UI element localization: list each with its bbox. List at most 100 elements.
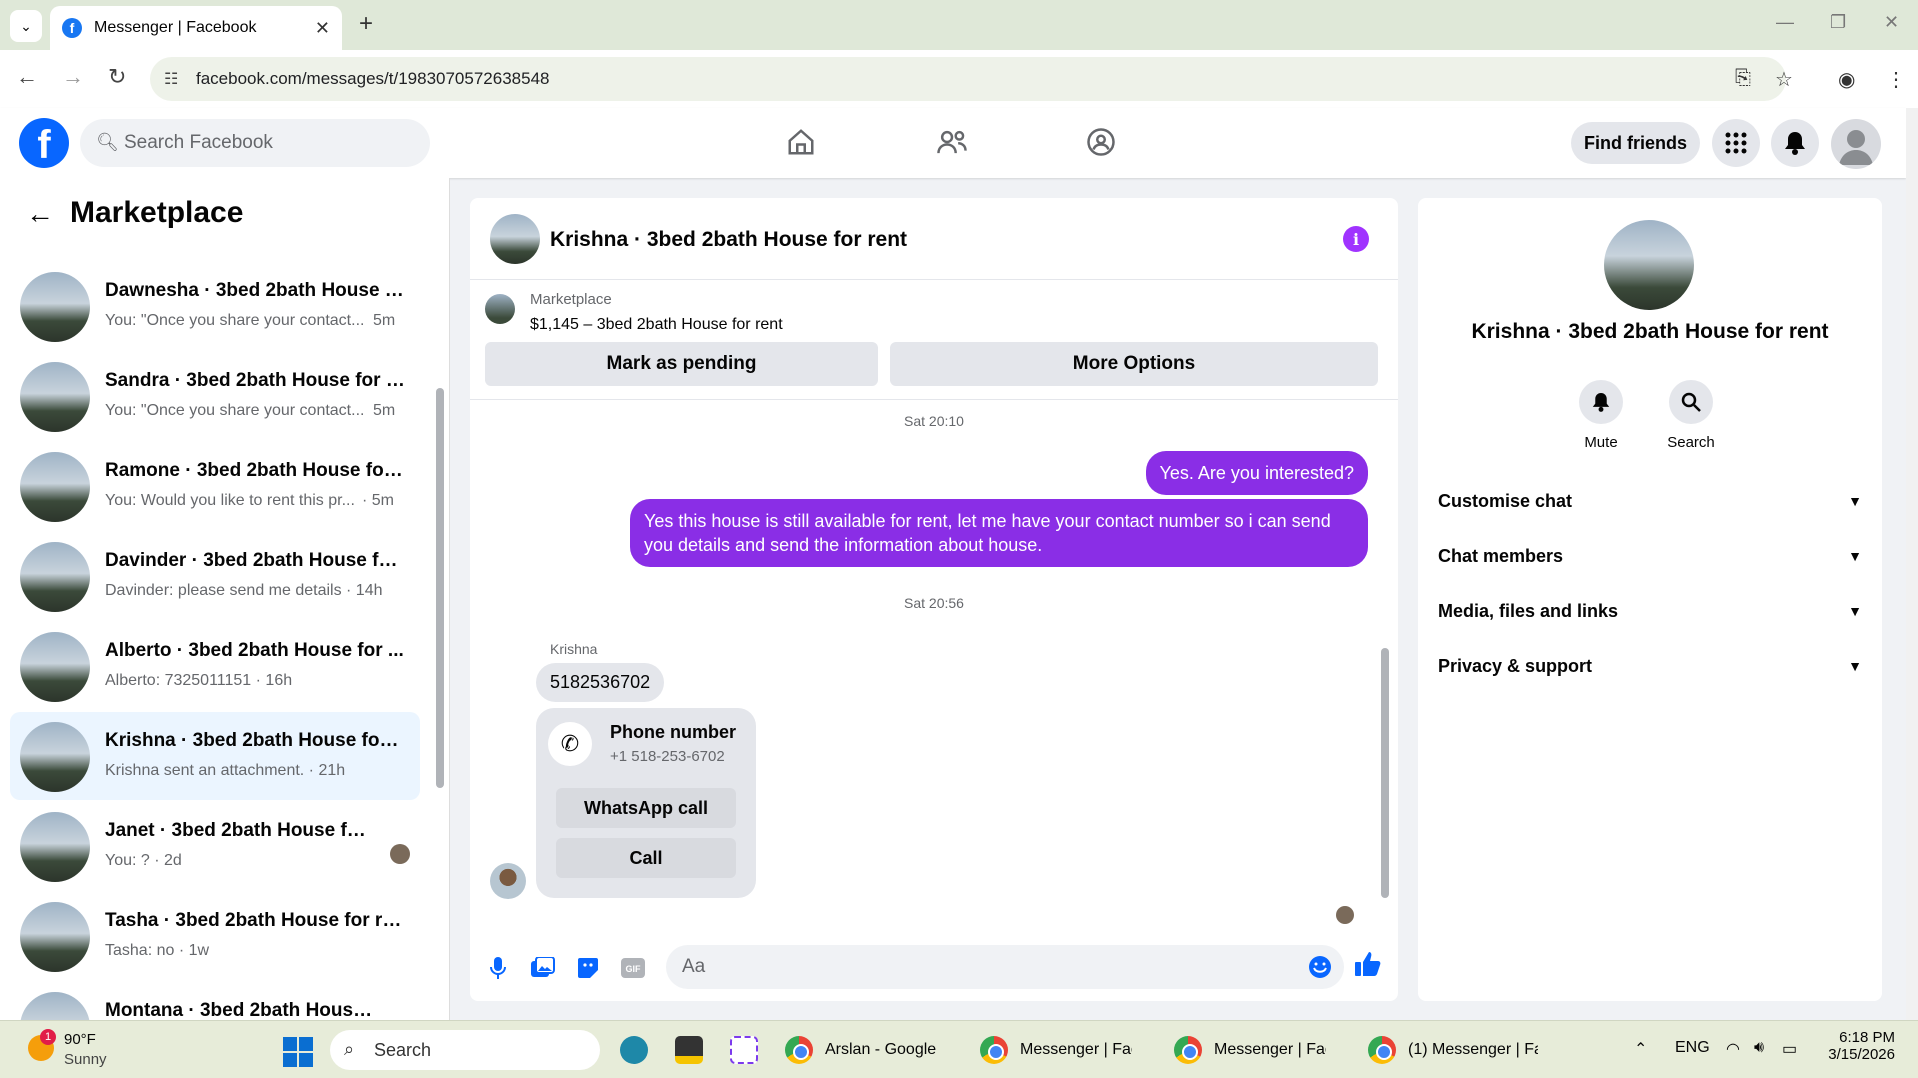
- new-tab-button[interactable]: +: [352, 10, 380, 38]
- mark-as-pending-button[interactable]: Mark as pending: [485, 342, 878, 386]
- bookmark-star-icon[interactable]: ☆: [1775, 67, 1793, 92]
- conversation-name: Dawnesha · 3bed 2bath House f...: [105, 280, 405, 301]
- groups-icon[interactable]: [1081, 122, 1121, 162]
- home-icon[interactable]: [781, 122, 821, 162]
- sender-name: Krishna: [550, 641, 598, 657]
- scrollbar[interactable]: [436, 388, 444, 788]
- close-window-icon[interactable]: ✕: [1884, 12, 1899, 33]
- profile-icon[interactable]: ◉: [1838, 67, 1855, 92]
- close-tab-icon[interactable]: ✕: [315, 18, 330, 39]
- sticky-notes-icon[interactable]: [675, 1036, 703, 1064]
- site-info-icon[interactable]: ☷: [164, 69, 178, 89]
- list-item[interactable]: Davinder · 3bed 2bath House fo... Davind…: [10, 532, 420, 620]
- facebook-header: f 🔍︎ Search Facebook Find friends: [0, 108, 1906, 178]
- list-item-active[interactable]: Krishna · 3bed 2bath House for ... Krish…: [10, 712, 420, 800]
- snipping-tool-icon[interactable]: [730, 1036, 758, 1064]
- back-icon[interactable]: ←: [16, 64, 38, 90]
- back-arrow-icon[interactable]: ←: [26, 198, 54, 230]
- page-scrollbar[interactable]: [1906, 108, 1918, 1020]
- friends-icon[interactable]: [932, 122, 972, 162]
- emoji-icon[interactable]: [1308, 955, 1332, 985]
- media-files-links-row[interactable]: Media, files and links ▼: [1438, 591, 1862, 631]
- facebook-logo-icon[interactable]: f: [19, 118, 69, 168]
- conversation-preview: You: ? · 2d: [105, 852, 182, 869]
- listing-thumbnail: [20, 362, 90, 432]
- taskbar-app-messenger-2[interactable]: Messenger | Facebo: [1174, 1030, 1326, 1070]
- install-app-icon[interactable]: ⎘: [1735, 67, 1751, 90]
- address-bar[interactable]: ☷ facebook.com/messages/t/19830705726385…: [150, 57, 1786, 101]
- taskbar-app-messenger-3[interactable]: (1) Messenger | Face: [1368, 1030, 1538, 1070]
- list-item[interactable]: Alberto · 3bed 2bath House for ... Alber…: [10, 622, 420, 710]
- chevron-down-icon: ▼: [1848, 658, 1862, 674]
- scrollbar[interactable]: [1381, 648, 1389, 898]
- listing-description[interactable]: $1,145 – 3bed 2bath House for rent: [530, 316, 783, 334]
- list-item[interactable]: Montana · 3bed 2bath House ...: [10, 982, 420, 1020]
- browser-tab-messenger[interactable]: f Messenger | Facebook ✕: [50, 6, 342, 50]
- customise-chat-row[interactable]: Customise chat ▼: [1438, 481, 1862, 521]
- chevron-up-icon[interactable]: ⌃: [1634, 1039, 1647, 1059]
- search-in-chat-button[interactable]: Search: [1651, 380, 1731, 451]
- restore-icon[interactable]: ❐: [1830, 12, 1846, 33]
- windows-taskbar: 1 90°F Sunny ⌕ Search Arslan - Google Sh…: [0, 1020, 1918, 1078]
- notifications-bell-icon[interactable]: [1771, 119, 1819, 167]
- privacy-support-row[interactable]: Privacy & support ▼: [1438, 646, 1862, 686]
- microphone-icon[interactable]: [484, 954, 512, 982]
- taskbar-search-label: Search: [374, 1039, 432, 1060]
- language-indicator[interactable]: ENG: [1675, 1039, 1710, 1057]
- info-icon[interactable]: i: [1343, 226, 1369, 252]
- row-label: Customise chat: [1438, 490, 1573, 511]
- account-avatar[interactable]: [1831, 119, 1881, 169]
- photo-icon[interactable]: [529, 954, 557, 982]
- call-button[interactable]: Call: [556, 838, 736, 878]
- message-input[interactable]: Aa: [666, 945, 1344, 989]
- list-item[interactable]: Tasha · 3bed 2bath House for rent Tasha:…: [10, 892, 420, 980]
- tab-search-button[interactable]: ⌄: [10, 10, 42, 42]
- facebook-search-input[interactable]: 🔍︎ Search Facebook: [80, 119, 430, 167]
- weather-condition: Sunny: [64, 1051, 107, 1068]
- forward-icon[interactable]: →: [62, 64, 84, 90]
- taskbar-app-chrome-sheets[interactable]: Arslan - Google She: [785, 1030, 937, 1070]
- outgoing-message[interactable]: Yes this house is still available for re…: [630, 499, 1368, 567]
- wifi-icon[interactable]: ◠: [1726, 1039, 1740, 1059]
- system-clock[interactable]: 6:18 PM 3/15/2026: [1810, 1029, 1895, 1063]
- app-icon[interactable]: [620, 1036, 648, 1064]
- list-item[interactable]: Dawnesha · 3bed 2bath House f... You: "O…: [10, 262, 420, 350]
- browser-menu-icon[interactable]: ⋮: [1886, 67, 1906, 92]
- weather-widget[interactable]: 1 90°F Sunny: [24, 1029, 174, 1071]
- chat-avatar[interactable]: [490, 214, 540, 264]
- chat-members-row[interactable]: Chat members ▼: [1438, 536, 1862, 576]
- find-friends-button[interactable]: Find friends: [1571, 122, 1700, 164]
- list-item[interactable]: Ramone · 3bed 2bath House for... You: Wo…: [10, 442, 420, 530]
- minimize-icon[interactable]: —: [1776, 12, 1794, 33]
- volume-icon[interactable]: 🔊︎: [1754, 1039, 1764, 1057]
- incoming-message[interactable]: 5182536702: [536, 663, 665, 702]
- more-options-button[interactable]: More Options: [890, 342, 1378, 386]
- conversation-time: · 5m: [362, 492, 394, 509]
- search-label: Search: [1667, 434, 1715, 451]
- list-item[interactable]: Sandra · 3bed 2bath House for r... You: …: [10, 352, 420, 440]
- sticker-icon[interactable]: [574, 954, 602, 982]
- gif-icon[interactable]: GIF: [619, 954, 647, 982]
- listing-thumbnail: [20, 992, 90, 1020]
- list-item[interactable]: Janet · 3bed 2bath House for ... You: ? …: [10, 802, 420, 890]
- listing-thumbnail[interactable]: [485, 294, 515, 324]
- browser-toolbar: ← → ↻ ☷ facebook.com/messages/t/19830705…: [0, 50, 1918, 108]
- reload-icon[interactable]: ↻: [108, 64, 126, 90]
- marketplace-conversation-list: ← Marketplace Dawnesha · 3bed 2bath Hous…: [0, 178, 450, 1020]
- search-placeholder: Search Facebook: [124, 132, 273, 153]
- windows-start-icon[interactable]: [283, 1037, 313, 1067]
- chrome-icon: [785, 1036, 813, 1064]
- taskbar-search-input[interactable]: ⌕ Search: [330, 1030, 600, 1070]
- sender-avatar[interactable]: [490, 863, 526, 899]
- details-title: Krishna · 3bed 2bath House for rent: [1471, 320, 1829, 343]
- mute-button[interactable]: Mute: [1561, 380, 1641, 451]
- thumbs-up-icon[interactable]: [1354, 950, 1382, 978]
- outgoing-message[interactable]: Yes. Are you interested?: [1145, 451, 1368, 495]
- menu-grid-icon[interactable]: [1712, 119, 1760, 167]
- whatsapp-call-button[interactable]: WhatsApp call: [556, 788, 736, 828]
- chat-title[interactable]: Krishna · 3bed 2bath House for rent: [550, 228, 907, 252]
- taskbar-app-messenger-1[interactable]: Messenger | Facebo: [980, 1030, 1132, 1070]
- battery-icon[interactable]: ▭: [1782, 1039, 1797, 1059]
- timestamp: Sat 20:56: [904, 595, 964, 611]
- chat-profile-avatar[interactable]: [1604, 220, 1694, 310]
